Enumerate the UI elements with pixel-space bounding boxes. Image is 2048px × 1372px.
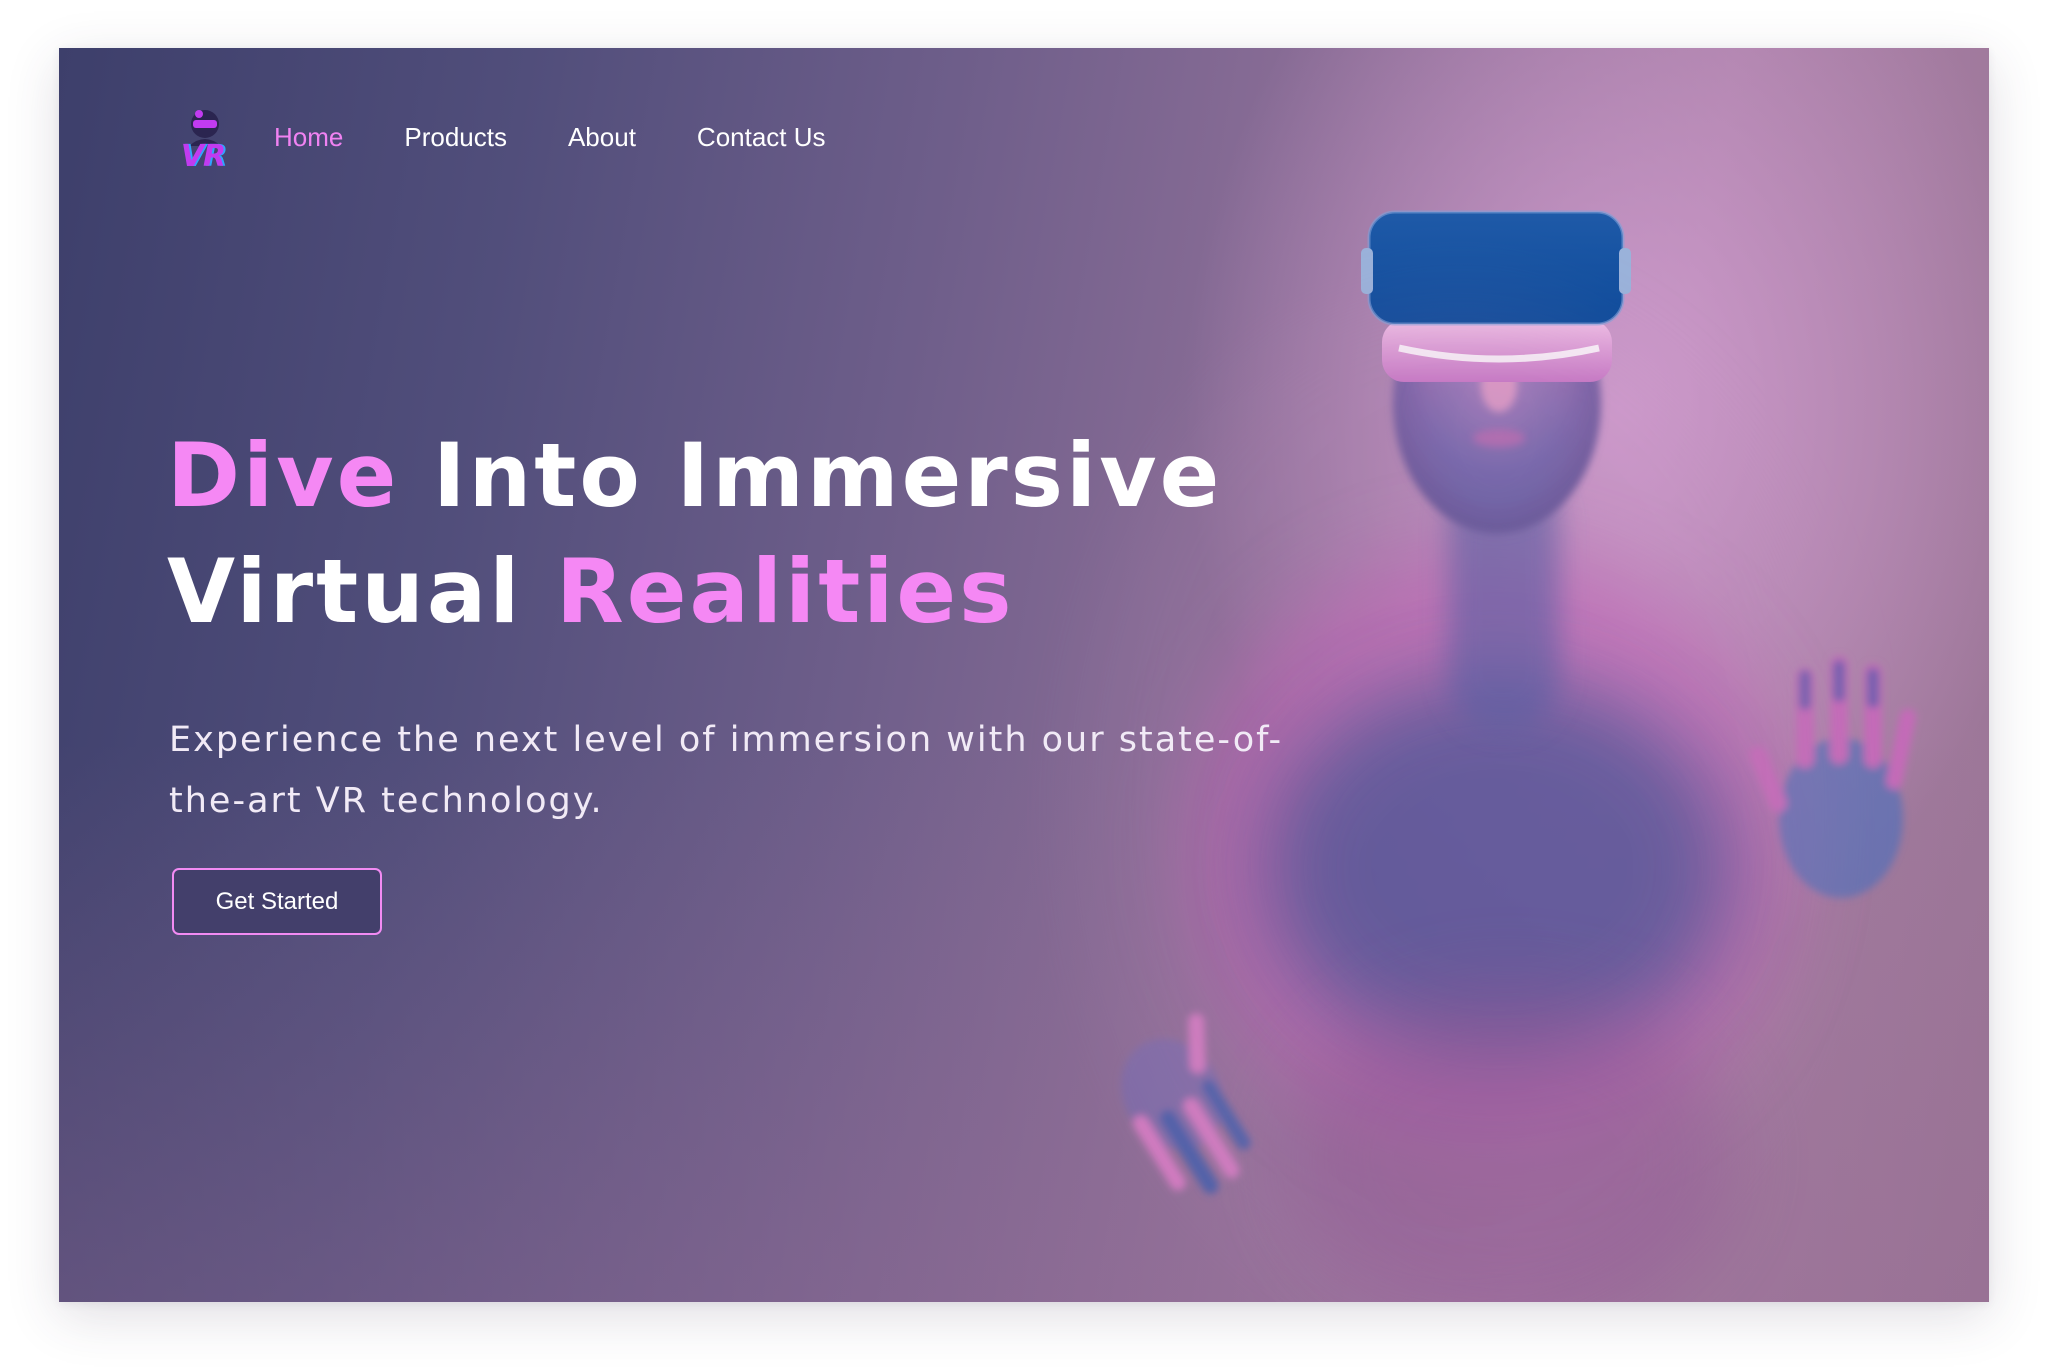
get-started-button[interactable]: Get Started — [172, 868, 382, 935]
nav-products[interactable]: Products — [404, 122, 507, 153]
hero-content: Dive Into Immersive Virtual Realities Ex… — [167, 418, 1367, 832]
hero-subtitle: Experience the next level of immersion w… — [169, 720, 1284, 821]
hero-headline: Dive Into Immersive Virtual Realities — [167, 418, 1367, 650]
hero-section: VR Home Products About Contact Us Dive I… — [59, 48, 1989, 1302]
nav-contact-us[interactable]: Contact Us — [697, 122, 826, 153]
logo-text: VR — [180, 139, 226, 174]
nav-about[interactable]: About — [568, 122, 636, 153]
headline-highlight-dive: Dive — [167, 424, 400, 527]
nav-home[interactable]: Home — [274, 122, 343, 153]
top-nav: VR Home Products About Contact Us — [169, 102, 887, 172]
vr-logo[interactable]: VR — [169, 102, 237, 172]
headline-line2: Virtual — [167, 540, 557, 643]
headline-line1: Into Immersive — [399, 424, 1223, 527]
headline-highlight-realities: Realities — [556, 540, 1015, 643]
